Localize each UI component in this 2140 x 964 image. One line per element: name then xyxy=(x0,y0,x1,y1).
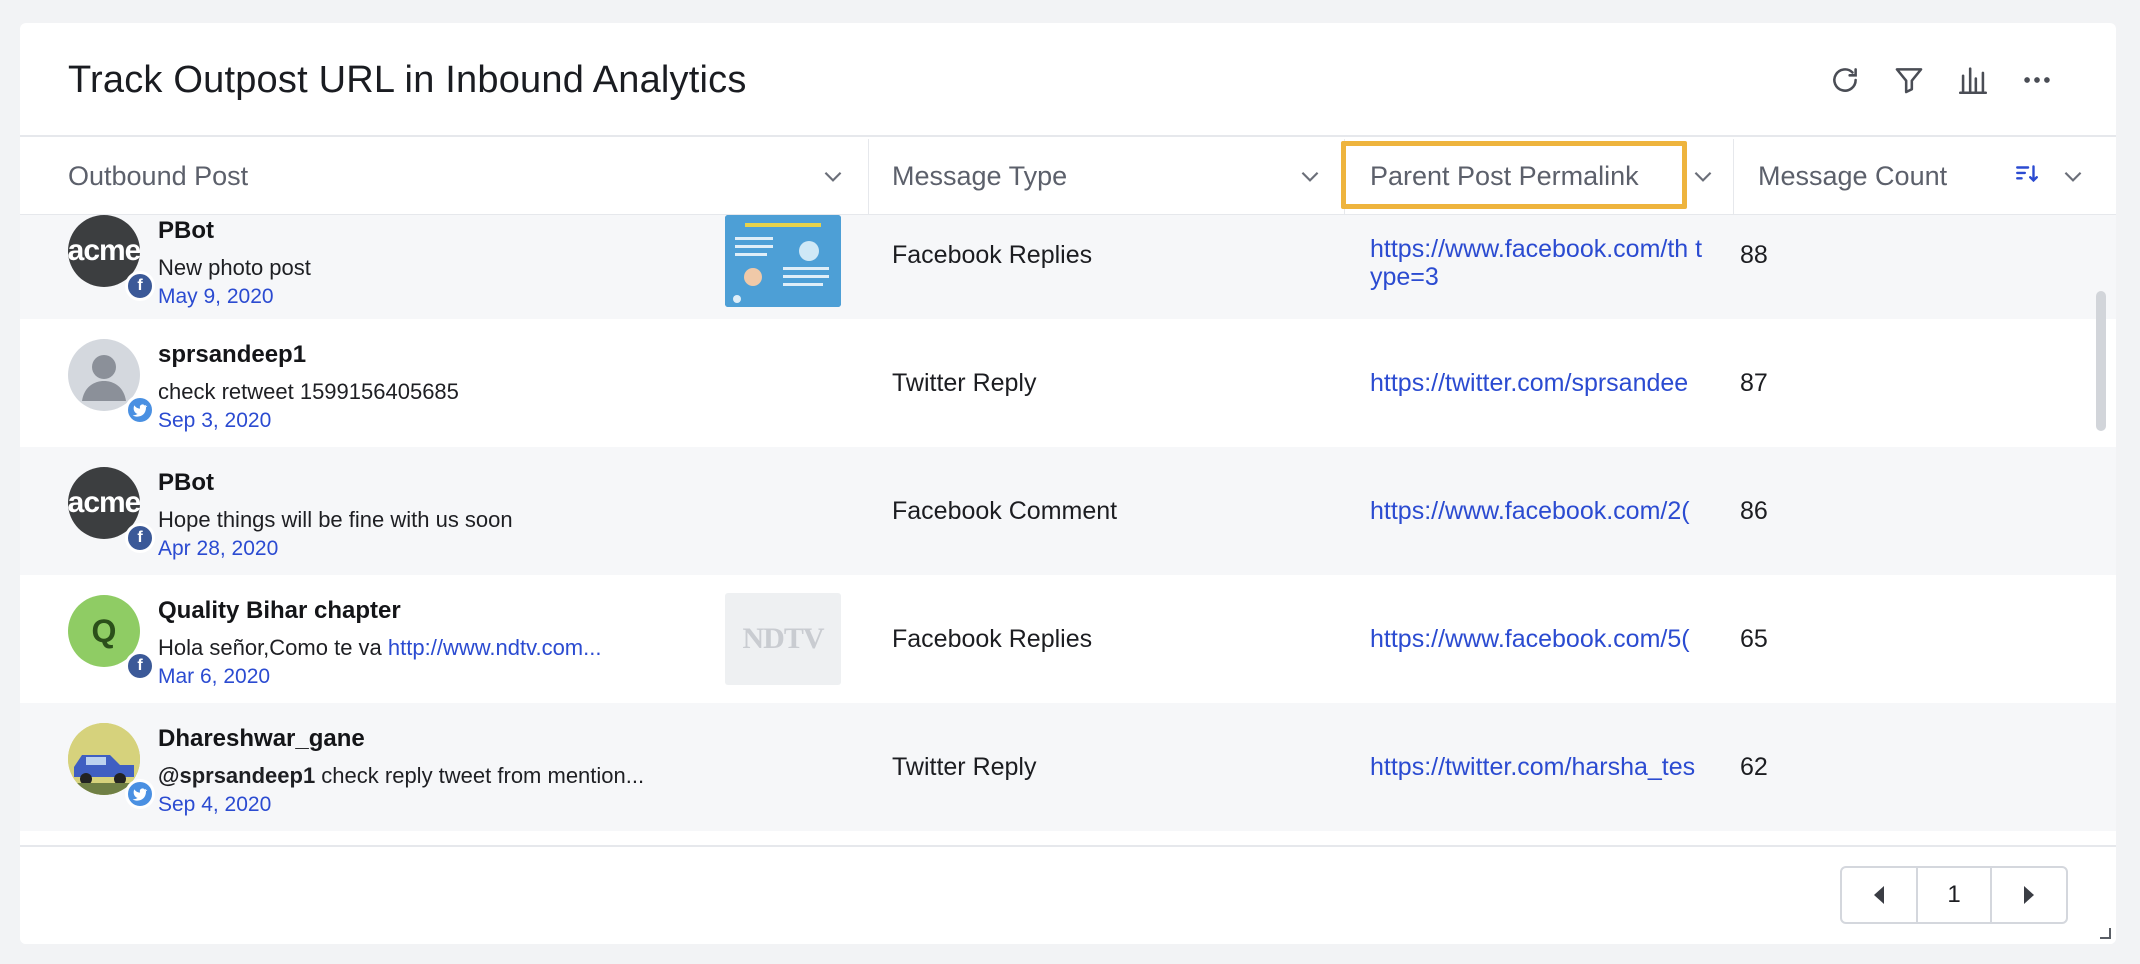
caret-right-icon xyxy=(2024,886,2034,904)
facebook-icon: f xyxy=(125,523,155,553)
parent-post-permalink[interactable]: https://www.facebook.com/th type=3 xyxy=(1370,235,1714,291)
message-type: Twitter Reply xyxy=(892,369,1037,397)
post-message: New photo post xyxy=(158,255,311,280)
post-author[interactable]: PBot xyxy=(158,217,214,245)
more-options-button[interactable] xyxy=(2018,61,2056,99)
filter-icon xyxy=(1895,68,1923,94)
post-author[interactable]: sprsandeep1 xyxy=(158,341,306,369)
column-header-message-type[interactable]: Message Type xyxy=(869,139,1345,215)
message-count: 65 xyxy=(1740,625,1768,653)
message-link[interactable]: http://www.ndtv.com... xyxy=(388,635,602,660)
post-message: check retweet 1599156405685 xyxy=(158,379,459,404)
column-header-message-count[interactable]: Message Count xyxy=(1734,139,2116,215)
chevron-down-icon[interactable] xyxy=(820,163,846,189)
post-date[interactable]: Sep 3, 2020 xyxy=(158,409,271,433)
table-row[interactable]: acme f PBot New photo post May 9, 2020 F… xyxy=(20,215,2116,319)
chevron-down-icon[interactable] xyxy=(2060,163,2086,189)
twitter-icon xyxy=(125,779,155,809)
post-date[interactable]: Sep 4, 2020 xyxy=(158,793,271,817)
table-row[interactable]: sprsandeep1 check retweet 1599156405685 … xyxy=(20,319,2116,447)
parent-post-permalink[interactable]: https://www.facebook.com/2( xyxy=(1370,497,1714,526)
widget-title: Track Outpost URL in Inbound Analytics xyxy=(68,59,747,101)
post-message: @sprsandeep1 check reply tweet from ment… xyxy=(158,763,645,788)
post-message: Hope things will be fine with us soon xyxy=(158,507,513,532)
post-author[interactable]: Quality Bihar chapter xyxy=(158,597,401,625)
message-type: Facebook Replies xyxy=(892,241,1093,269)
page-number[interactable]: 1 xyxy=(1916,868,1992,922)
refresh-button[interactable] xyxy=(1826,61,1864,99)
post-thumbnail[interactable] xyxy=(725,215,841,307)
parent-post-permalink[interactable]: https://twitter.com/harsha_tes xyxy=(1370,753,1714,782)
mention[interactable]: @sprsandeep1 xyxy=(158,763,315,788)
table-row[interactable]: Dhareshwar_gane @sprsandeep1 check reply… xyxy=(20,703,2116,831)
post-message: Hola señor,Como te va http://www.ndtv.co… xyxy=(158,635,602,660)
column-header-outbound-post[interactable]: Outbound Post xyxy=(20,139,868,215)
table-body: acme f PBot New photo post May 9, 2020 F… xyxy=(20,215,2116,845)
twitter-icon xyxy=(125,395,155,425)
facebook-icon: f xyxy=(125,271,155,301)
widget-header: Track Outpost URL in Inbound Analytics xyxy=(20,23,2116,137)
caret-left-icon xyxy=(1874,886,1884,904)
message-count: 88 xyxy=(1740,241,1768,269)
refresh-icon xyxy=(1833,68,1857,92)
post-date[interactable]: Apr 28, 2020 xyxy=(158,537,278,561)
message-count: 62 xyxy=(1740,753,1768,781)
filter-button[interactable] xyxy=(1890,61,1928,99)
table-row[interactable]: Q f Quality Bihar chapter Hola señor,Com… xyxy=(20,575,2116,703)
next-page-button[interactable] xyxy=(1992,868,2066,922)
resize-handle-icon[interactable] xyxy=(2098,926,2112,940)
post-thumbnail[interactable]: NDTV xyxy=(725,593,841,685)
table-footer xyxy=(20,845,2116,944)
pagination: 1 xyxy=(1840,866,2068,924)
previous-page-button[interactable] xyxy=(1842,868,1916,922)
chevron-down-icon[interactable] xyxy=(1690,163,1716,189)
table-header: Outbound Post Message Type Parent Post P… xyxy=(20,139,2116,215)
widget-card: Track Outpost URL in Inbound Analytics O… xyxy=(20,23,2116,944)
message-type: Twitter Reply xyxy=(892,753,1037,781)
more-icon xyxy=(2024,77,2050,83)
parent-post-permalink[interactable]: https://www.facebook.com/5( xyxy=(1370,625,1714,654)
facebook-icon: f xyxy=(125,651,155,681)
vertical-scrollbar[interactable] xyxy=(2096,291,2106,431)
chevron-down-icon[interactable] xyxy=(1297,163,1323,189)
ndtv-logo: NDTV xyxy=(742,622,824,655)
column-header-parent-post-permalink[interactable]: Parent Post Permalink xyxy=(1345,139,1733,215)
photo-icon xyxy=(725,215,841,307)
chart-icon xyxy=(1958,67,1988,95)
chart-button[interactable] xyxy=(1954,61,1992,99)
post-date[interactable]: May 9, 2020 xyxy=(158,285,274,309)
table-row[interactable]: acme f PBot Hope things will be fine wit… xyxy=(20,447,2116,575)
parent-post-permalink[interactable]: https://twitter.com/sprsandee xyxy=(1370,369,1714,398)
post-author[interactable]: PBot xyxy=(158,469,214,497)
post-date[interactable]: Mar 6, 2020 xyxy=(158,665,270,689)
sort-descending-icon[interactable] xyxy=(2014,161,2040,187)
message-count: 87 xyxy=(1740,369,1768,397)
message-type: Facebook Comment xyxy=(892,497,1118,525)
message-type: Facebook Replies xyxy=(892,625,1093,653)
post-author[interactable]: Dhareshwar_gane xyxy=(158,725,365,753)
message-count: 86 xyxy=(1740,497,1768,525)
widget-toolbar xyxy=(1826,61,2056,99)
